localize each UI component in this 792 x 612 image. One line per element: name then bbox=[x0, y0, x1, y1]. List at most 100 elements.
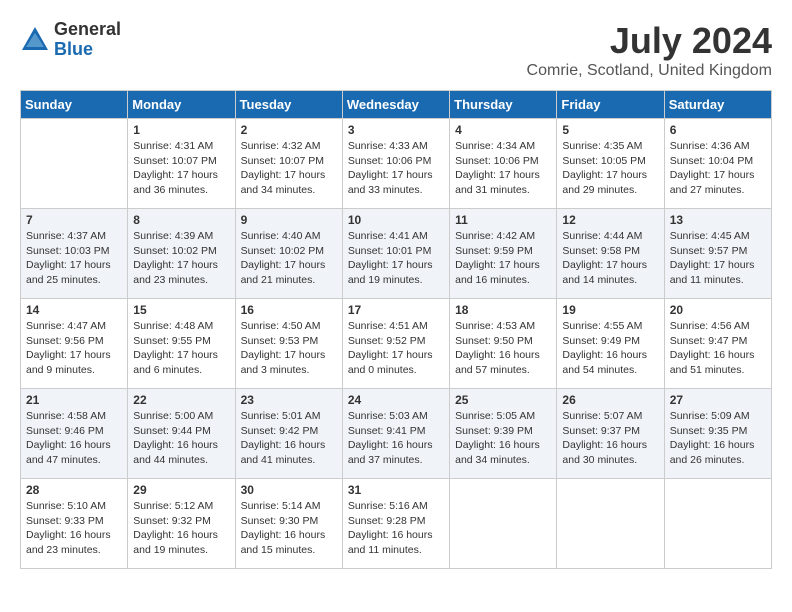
calendar-week-1: 1Sunrise: 4:31 AM Sunset: 10:07 PM Dayli… bbox=[21, 119, 772, 209]
calendar-header-row: Sunday Monday Tuesday Wednesday Thursday… bbox=[21, 91, 772, 119]
cell-sun-info: Sunrise: 5:01 AM Sunset: 9:42 PM Dayligh… bbox=[241, 409, 337, 468]
day-header-tuesday: Tuesday bbox=[235, 91, 342, 119]
cell-sun-info: Sunrise: 4:35 AM Sunset: 10:05 PM Daylig… bbox=[562, 139, 658, 198]
calendar-week-5: 28 Sunrise: 5:10 AM Sunset: 9:33 PM Dayli… bbox=[21, 479, 772, 569]
calendar-cell: 24Sunrise: 5:03 AM Sunset: 9:41 PM Dayli… bbox=[342, 389, 449, 479]
calendar-cell: 17Sunrise: 4:51 AM Sunset: 9:52 PM Dayli… bbox=[342, 299, 449, 389]
cell-sun-info: Sunrise: 4:41 AM Sunset: 10:01 PM Daylig… bbox=[348, 229, 444, 288]
logo-icon bbox=[20, 25, 50, 55]
calendar-cell: 7 Sunrise: 4:37 AM Sunset: 10:03 PM Dayli… bbox=[21, 209, 128, 299]
location-title: Comrie, Scotland, United Kingdom bbox=[527, 62, 772, 80]
calendar-table: Sunday Monday Tuesday Wednesday Thursday… bbox=[20, 90, 772, 569]
cell-date-number: 2 bbox=[241, 123, 337, 137]
header: General Blue July 2024 Comrie, Scotland,… bbox=[20, 20, 772, 80]
cell-date-number: 22 bbox=[133, 393, 229, 407]
calendar-week-2: 7 Sunrise: 4:37 AM Sunset: 10:03 PM Dayli… bbox=[21, 209, 772, 299]
title-section: July 2024 Comrie, Scotland, United Kingd… bbox=[527, 20, 772, 80]
calendar-cell: 10Sunrise: 4:41 AM Sunset: 10:01 PM Dayl… bbox=[342, 209, 449, 299]
calendar-cell: 18Sunrise: 4:53 AM Sunset: 9:50 PM Dayli… bbox=[450, 299, 557, 389]
cell-sun-info: Sunrise: 4:42 AM Sunset: 9:59 PM Dayligh… bbox=[455, 229, 551, 288]
cell-date-number: 8 bbox=[133, 213, 229, 227]
cell-date-number: 4 bbox=[455, 123, 551, 137]
cell-date-number: 15 bbox=[133, 303, 229, 317]
cell-date-number: 24 bbox=[348, 393, 444, 407]
day-header-wednesday: Wednesday bbox=[342, 91, 449, 119]
cell-date-number: 29 bbox=[133, 483, 229, 497]
calendar-cell: 1Sunrise: 4:31 AM Sunset: 10:07 PM Dayli… bbox=[128, 119, 235, 209]
cell-date-number: 19 bbox=[562, 303, 658, 317]
calendar-cell: 14 Sunrise: 4:47 AM Sunset: 9:56 PM Dayli… bbox=[21, 299, 128, 389]
cell-sun-info: Sunrise: 4:58 AM Sunset: 9:46 PM Dayligh… bbox=[26, 409, 122, 468]
cell-date-number: 9 bbox=[241, 213, 337, 227]
cell-date-number: 30 bbox=[241, 483, 337, 497]
cell-date-number: 31 bbox=[348, 483, 444, 497]
cell-sun-info: Sunrise: 5:05 AM Sunset: 9:39 PM Dayligh… bbox=[455, 409, 551, 468]
cell-date-number: 28 bbox=[26, 483, 122, 497]
calendar-cell: 29 Sunrise: 5:12 AM Sunset: 9:32 PM Dayli… bbox=[128, 479, 235, 569]
calendar-cell: 31 Sunrise: 5:16 AM Sunset: 9:28 PM Dayli… bbox=[342, 479, 449, 569]
calendar-cell: 13Sunrise: 4:45 AM Sunset: 9:57 PM Dayli… bbox=[664, 209, 771, 299]
day-header-monday: Monday bbox=[128, 91, 235, 119]
cell-date-number: 20 bbox=[670, 303, 766, 317]
cell-sun-info: Sunrise: 4:39 AM Sunset: 10:02 PM Daylig… bbox=[133, 229, 229, 288]
cell-date-number: 16 bbox=[241, 303, 337, 317]
calendar-cell: 12 Sunrise: 4:44 AM Sunset: 9:58 PM Dayli… bbox=[557, 209, 664, 299]
cell-date-number: 23 bbox=[241, 393, 337, 407]
cell-date-number: 11 bbox=[455, 213, 551, 227]
calendar-cell: 11 Sunrise: 4:42 AM Sunset: 9:59 PM Dayli… bbox=[450, 209, 557, 299]
calendar-cell: 4 Sunrise: 4:34 AM Sunset: 10:06 PM Dayli… bbox=[450, 119, 557, 209]
cell-date-number: 7 bbox=[26, 213, 122, 227]
cell-date-number: 17 bbox=[348, 303, 444, 317]
calendar-cell bbox=[21, 119, 128, 209]
cell-date-number: 5 bbox=[562, 123, 658, 137]
calendar-cell: 15 Sunrise: 4:48 AM Sunset: 9:55 PM Dayli… bbox=[128, 299, 235, 389]
calendar-week-3: 14 Sunrise: 4:47 AM Sunset: 9:56 PM Dayli… bbox=[21, 299, 772, 389]
cell-sun-info: Sunrise: 5:12 AM Sunset: 9:32 PM Dayligh… bbox=[133, 499, 229, 558]
calendar-cell: 5 Sunrise: 4:35 AM Sunset: 10:05 PM Dayli… bbox=[557, 119, 664, 209]
calendar-cell: 20 Sunrise: 4:56 AM Sunset: 9:47 PM Dayli… bbox=[664, 299, 771, 389]
logo-blue-text: Blue bbox=[54, 40, 121, 60]
cell-sun-info: Sunrise: 4:44 AM Sunset: 9:58 PM Dayligh… bbox=[562, 229, 658, 288]
calendar-cell: 21Sunrise: 4:58 AM Sunset: 9:46 PM Dayli… bbox=[21, 389, 128, 479]
calendar-cell: 30 Sunrise: 5:14 AM Sunset: 9:30 PM Dayli… bbox=[235, 479, 342, 569]
cell-date-number: 13 bbox=[670, 213, 766, 227]
calendar-cell bbox=[450, 479, 557, 569]
calendar-cell: 2 Sunrise: 4:32 AM Sunset: 10:07 PM Dayli… bbox=[235, 119, 342, 209]
cell-sun-info: Sunrise: 4:33 AM Sunset: 10:06 PM Daylig… bbox=[348, 139, 444, 198]
cell-sun-info: Sunrise: 4:34 AM Sunset: 10:06 PM Daylig… bbox=[455, 139, 551, 198]
cell-sun-info: Sunrise: 5:16 AM Sunset: 9:28 PM Dayligh… bbox=[348, 499, 444, 558]
calendar-cell: 22Sunrise: 5:00 AM Sunset: 9:44 PM Dayli… bbox=[128, 389, 235, 479]
cell-date-number: 12 bbox=[562, 213, 658, 227]
cell-sun-info: Sunrise: 5:10 AM Sunset: 9:33 PM Dayligh… bbox=[26, 499, 122, 558]
calendar-cell: 9 Sunrise: 4:40 AM Sunset: 10:02 PM Dayli… bbox=[235, 209, 342, 299]
calendar-cell: 8 Sunrise: 4:39 AM Sunset: 10:02 PM Dayli… bbox=[128, 209, 235, 299]
calendar-cell: 6Sunrise: 4:36 AM Sunset: 10:04 PM Dayli… bbox=[664, 119, 771, 209]
calendar-cell: 26Sunrise: 5:07 AM Sunset: 9:37 PM Dayli… bbox=[557, 389, 664, 479]
cell-sun-info: Sunrise: 5:14 AM Sunset: 9:30 PM Dayligh… bbox=[241, 499, 337, 558]
cell-sun-info: Sunrise: 4:32 AM Sunset: 10:07 PM Daylig… bbox=[241, 139, 337, 198]
cell-sun-info: Sunrise: 4:47 AM Sunset: 9:56 PM Dayligh… bbox=[26, 319, 122, 378]
calendar-cell: 25Sunrise: 5:05 AM Sunset: 9:39 PM Dayli… bbox=[450, 389, 557, 479]
cell-date-number: 3 bbox=[348, 123, 444, 137]
day-header-thursday: Thursday bbox=[450, 91, 557, 119]
calendar-cell: 27Sunrise: 5:09 AM Sunset: 9:35 PM Dayli… bbox=[664, 389, 771, 479]
calendar-cell bbox=[557, 479, 664, 569]
cell-date-number: 14 bbox=[26, 303, 122, 317]
cell-date-number: 26 bbox=[562, 393, 658, 407]
cell-sun-info: Sunrise: 4:36 AM Sunset: 10:04 PM Daylig… bbox=[670, 139, 766, 198]
cell-sun-info: Sunrise: 4:50 AM Sunset: 9:53 PM Dayligh… bbox=[241, 319, 337, 378]
cell-sun-info: Sunrise: 4:55 AM Sunset: 9:49 PM Dayligh… bbox=[562, 319, 658, 378]
calendar-week-4: 21Sunrise: 4:58 AM Sunset: 9:46 PM Dayli… bbox=[21, 389, 772, 479]
logo-general-text: General bbox=[54, 20, 121, 40]
day-header-friday: Friday bbox=[557, 91, 664, 119]
cell-sun-info: Sunrise: 4:37 AM Sunset: 10:03 PM Daylig… bbox=[26, 229, 122, 288]
cell-sun-info: Sunrise: 4:40 AM Sunset: 10:02 PM Daylig… bbox=[241, 229, 337, 288]
calendar-cell: 19 Sunrise: 4:55 AM Sunset: 9:49 PM Dayli… bbox=[557, 299, 664, 389]
calendar-cell: 28 Sunrise: 5:10 AM Sunset: 9:33 PM Dayli… bbox=[21, 479, 128, 569]
cell-date-number: 18 bbox=[455, 303, 551, 317]
day-header-sunday: Sunday bbox=[21, 91, 128, 119]
cell-sun-info: Sunrise: 5:09 AM Sunset: 9:35 PM Dayligh… bbox=[670, 409, 766, 468]
calendar-cell: 23 Sunrise: 5:01 AM Sunset: 9:42 PM Dayli… bbox=[235, 389, 342, 479]
cell-sun-info: Sunrise: 4:56 AM Sunset: 9:47 PM Dayligh… bbox=[670, 319, 766, 378]
cell-sun-info: Sunrise: 4:48 AM Sunset: 9:55 PM Dayligh… bbox=[133, 319, 229, 378]
